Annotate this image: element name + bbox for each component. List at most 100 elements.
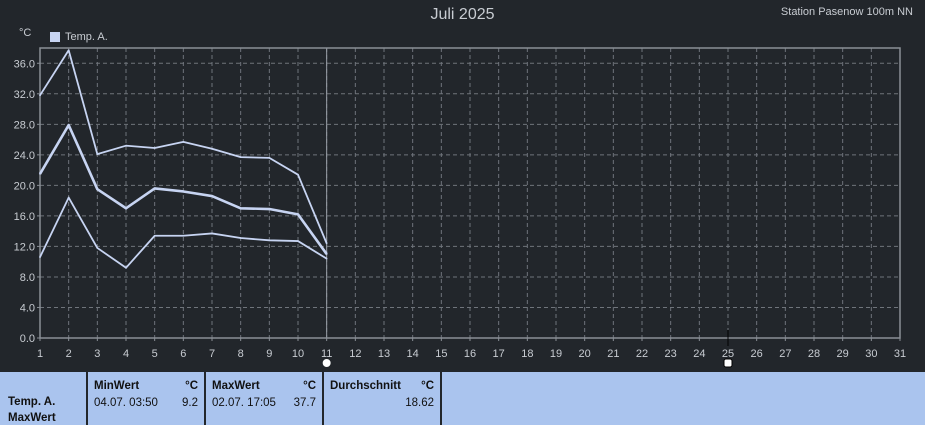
data-point bbox=[297, 173, 299, 176]
x-tick-label: 20 bbox=[579, 348, 591, 360]
x-tick-label: 19 bbox=[550, 348, 562, 360]
data-point bbox=[182, 190, 185, 193]
chart-grid bbox=[39, 48, 901, 339]
x-tick-label: 8 bbox=[238, 348, 244, 360]
data-point bbox=[67, 196, 70, 199]
stats-panel: Temp. A. MaxWert MinWert °C 04.07. 03:50 9… bbox=[0, 370, 925, 425]
station-label: Station Pasenow 100m NN bbox=[780, 6, 913, 18]
data-point bbox=[297, 240, 299, 242]
x-tick-label: 16 bbox=[464, 348, 476, 360]
data-point bbox=[39, 256, 41, 258]
stats-max-header: MaxWert bbox=[212, 380, 260, 392]
data-point bbox=[268, 239, 271, 242]
x-tick-label: 25 bbox=[722, 348, 734, 360]
data-point bbox=[153, 234, 156, 237]
x-tick-label: 3 bbox=[94, 348, 100, 360]
x-tick-label: 23 bbox=[665, 348, 677, 360]
data-point bbox=[297, 213, 299, 216]
data-point bbox=[239, 207, 242, 210]
x-tick-label: 31 bbox=[894, 348, 906, 360]
stats-series-name: Temp. A. bbox=[8, 396, 56, 408]
data-point bbox=[239, 156, 242, 158]
x-tick-label: 18 bbox=[521, 348, 533, 360]
y-tick-label: 12.0 bbox=[14, 241, 35, 253]
x-tick-label: 6 bbox=[180, 348, 186, 360]
temperature-chart: 0.04.08.012.016.020.024.028.032.036.0 12… bbox=[14, 47, 906, 368]
y-tick-label: 28.0 bbox=[14, 119, 35, 131]
data-point bbox=[96, 247, 99, 249]
data-point bbox=[239, 237, 242, 239]
stats-avg-cell: Durchschnitt °C 18.62 bbox=[324, 372, 442, 425]
y-tick-label: 8.0 bbox=[20, 272, 35, 284]
data-point bbox=[153, 187, 156, 190]
x-tick-label: 21 bbox=[607, 348, 619, 360]
x-tick-label: 13 bbox=[378, 348, 390, 360]
y-tick-label: 24.0 bbox=[14, 150, 35, 162]
legend-swatch bbox=[50, 32, 60, 42]
data-point bbox=[211, 147, 213, 150]
data-point bbox=[211, 195, 213, 197]
stats-max-value: 37.7 bbox=[293, 397, 316, 409]
stats-max-unit: °C bbox=[303, 380, 316, 392]
x-tick-label: 27 bbox=[779, 348, 791, 360]
x-tick-label: 4 bbox=[123, 348, 129, 360]
y-tick-label: 0.0 bbox=[20, 333, 35, 345]
x-tick-label: 12 bbox=[349, 348, 361, 360]
data-point bbox=[182, 141, 185, 143]
data-point bbox=[325, 253, 328, 255]
y-tick-label: 4.0 bbox=[20, 302, 35, 314]
stats-avg-value: 18.62 bbox=[405, 397, 434, 409]
y-tick-label: 20.0 bbox=[14, 180, 35, 192]
x-axis-ticks: 1 2 3 4 5 6 7 8 9 10 11 12 13 14 15 16 17 18 19 20 21 22 23 24 2… bbox=[37, 338, 906, 360]
x-tick-label: 29 bbox=[837, 348, 849, 360]
y-axis-unit: °C bbox=[19, 27, 32, 39]
data-point bbox=[67, 124, 70, 126]
data-point bbox=[125, 207, 127, 210]
data-point bbox=[153, 147, 156, 149]
x-tick-label: 30 bbox=[865, 348, 877, 360]
stats-min-value: 9.2 bbox=[182, 397, 198, 409]
data-point bbox=[182, 234, 185, 237]
x-tick-label: 24 bbox=[693, 348, 705, 360]
x-tick-label: 14 bbox=[407, 348, 419, 360]
data-point bbox=[325, 257, 328, 260]
y-tick-label: 32.0 bbox=[14, 89, 35, 101]
data-point bbox=[39, 94, 41, 97]
x-tick-label: 1 bbox=[37, 348, 43, 360]
data-point bbox=[125, 144, 127, 147]
x-tick-label: 17 bbox=[493, 348, 505, 360]
x-tick-label: 26 bbox=[751, 348, 763, 360]
x-tick-label: 28 bbox=[808, 348, 820, 360]
stats-avg-unit: °C bbox=[421, 380, 434, 392]
stats-empty-area bbox=[442, 372, 925, 425]
stats-series-mode: MaxWert bbox=[8, 412, 56, 424]
data-point bbox=[67, 49, 70, 52]
x-tick-label: 22 bbox=[636, 348, 648, 360]
cursor-handle[interactable] bbox=[723, 358, 733, 368]
x-tick-label: 15 bbox=[435, 348, 447, 360]
x-tick-label: 7 bbox=[209, 348, 215, 360]
x-tick-label: 9 bbox=[266, 348, 272, 360]
data-point bbox=[268, 208, 271, 210]
data-point bbox=[96, 188, 99, 190]
y-tick-label: 36.0 bbox=[14, 58, 35, 70]
data-lines bbox=[38, 49, 328, 269]
stats-series-cell: Temp. A. MaxWert bbox=[0, 372, 88, 425]
stats-avg-header: Durchschnitt bbox=[330, 380, 401, 392]
data-point bbox=[39, 173, 41, 175]
x-tick-label: 10 bbox=[292, 348, 304, 360]
data-point bbox=[211, 232, 213, 235]
stats-min-header: MinWert bbox=[94, 380, 140, 392]
current-day-marker[interactable] bbox=[321, 358, 332, 368]
stats-max-cell: MaxWert °C 02.07. 17:05 37.7 bbox=[206, 372, 324, 425]
stats-min-unit: °C bbox=[185, 380, 198, 392]
y-tick-label: 16.0 bbox=[14, 211, 35, 223]
x-tick-label: 5 bbox=[152, 348, 158, 360]
chart-legend: Temp. A. bbox=[50, 31, 108, 43]
stats-min-time: 04.07. 03:50 bbox=[94, 397, 158, 409]
data-point bbox=[96, 153, 99, 155]
data-point bbox=[268, 157, 271, 159]
legend-label: Temp. A. bbox=[65, 31, 108, 43]
y-axis-ticks: 0.0 4.0 8.0 12.0 16.0 20.0 24.0 28.0 32.0 36.0 bbox=[14, 58, 40, 345]
stats-max-time: 02.07. 17:05 bbox=[212, 397, 276, 409]
